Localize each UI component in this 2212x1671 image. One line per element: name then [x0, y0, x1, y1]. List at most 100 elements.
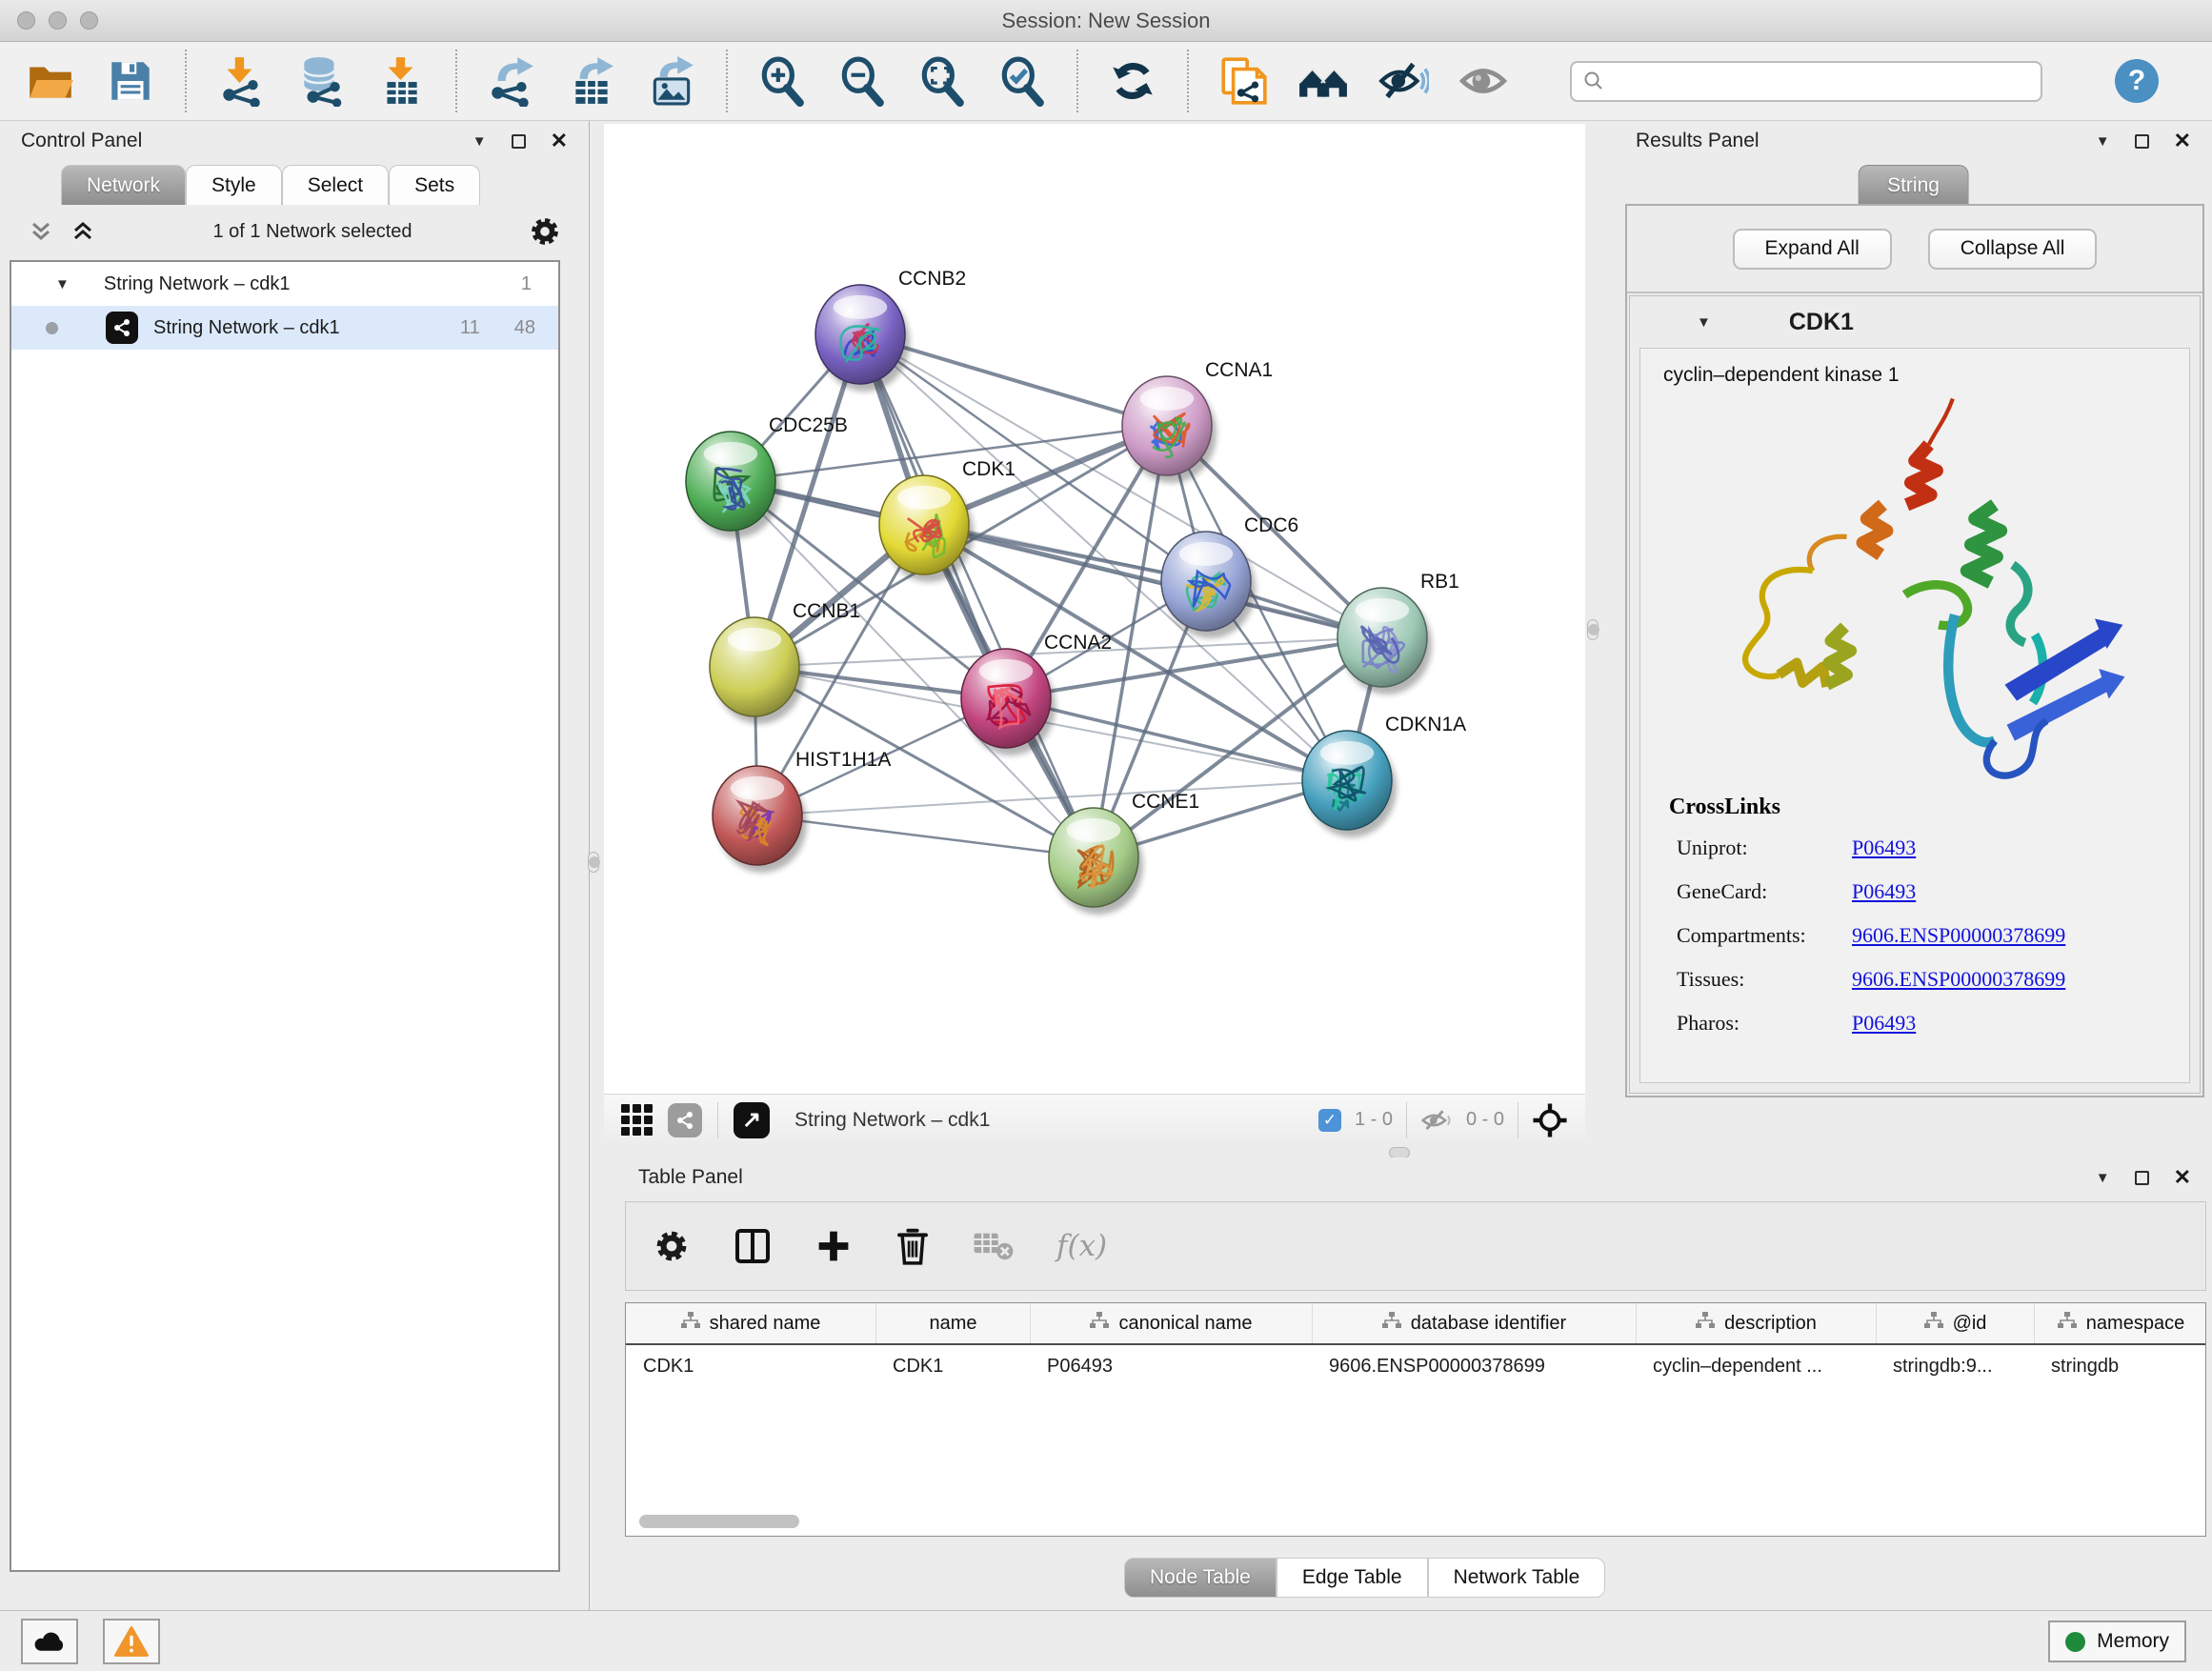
panel-menu-icon[interactable]: ▼: [473, 134, 487, 149]
network-edge[interactable]: [1006, 698, 1347, 780]
zoom-in-button[interactable]: [756, 55, 808, 107]
import-network-database-button[interactable]: [295, 55, 347, 107]
column-header[interactable]: description: [1636, 1303, 1876, 1343]
tab-network[interactable]: Network: [61, 165, 186, 205]
open-session-button[interactable]: [25, 55, 76, 107]
add-column-plus-icon[interactable]: [814, 1227, 853, 1265]
hide-glass-ball-button[interactable]: [1377, 55, 1429, 107]
collapse-all-button[interactable]: Collapse All: [1928, 229, 2098, 270]
panel-close-icon[interactable]: ✕: [2174, 1167, 2191, 1188]
expand-all-icon[interactable]: [69, 218, 97, 245]
table-cell[interactable]: stringdb:9...: [1876, 1345, 2034, 1387]
export-image-button[interactable]: [646, 55, 697, 107]
memory-label: Memory: [2097, 1630, 2169, 1653]
network-row-selected[interactable]: String Network – cdk1 11 48: [11, 306, 558, 350]
column-header[interactable]: shared name: [626, 1303, 875, 1343]
save-session-button[interactable]: [105, 55, 156, 107]
zoom-fit-button[interactable]: [916, 55, 968, 107]
network-options-gear-icon[interactable]: [528, 214, 562, 249]
table-cell[interactable]: 9606.ENSP00000378699: [1312, 1345, 1636, 1387]
table-cell[interactable]: stringdb: [2034, 1345, 2207, 1387]
panel-menu-icon[interactable]: ▼: [2096, 1171, 2110, 1185]
tab-string[interactable]: String: [1858, 165, 1969, 205]
delete-column-trash-icon[interactable]: [895, 1226, 931, 1266]
collection-expand-icon[interactable]: ▼: [55, 277, 70, 292]
export-network-button[interactable]: [486, 55, 537, 107]
birdseye-view-icon[interactable]: ↗: [734, 1102, 770, 1138]
network-label: String Network – cdk1: [153, 317, 460, 339]
apply-layout-button[interactable]: [1107, 55, 1158, 107]
column-header[interactable]: namespace: [2034, 1303, 2207, 1343]
column-header[interactable]: database identifier: [1312, 1303, 1636, 1343]
home-species-button[interactable]: [1297, 55, 1349, 107]
expand-all-button[interactable]: Expand All: [1733, 229, 1892, 270]
warnings-button[interactable]: [103, 1619, 160, 1664]
left-splitter-handle[interactable]: [588, 852, 599, 873]
network-node-rb1[interactable]: RB1: [1337, 571, 1459, 695]
panel-close-icon[interactable]: ✕: [551, 131, 568, 151]
export-table-button[interactable]: [566, 55, 617, 107]
string-network-graph[interactable]: CCNB2CCNA1CDC25BCDK1CDC6RB1CCNB1CCNA2CDK…: [604, 124, 1585, 1094]
network-node-hist1h1a[interactable]: HIST1H1A: [713, 749, 891, 873]
crosslink-value-link[interactable]: P06493: [1852, 879, 2161, 904]
network-collection-row[interactable]: ▼ String Network – cdk1 1: [11, 262, 558, 306]
table-cell[interactable]: CDK1: [626, 1345, 875, 1387]
fit-selected-crosshair-icon[interactable]: [1532, 1102, 1568, 1138]
panel-float-icon[interactable]: [2135, 134, 2149, 149]
crosslink-value-link[interactable]: P06493: [1852, 1011, 2161, 1036]
tab-select[interactable]: Select: [282, 165, 389, 205]
network-node-cdc25b[interactable]: CDC25B: [686, 414, 848, 538]
gene-collapse-icon[interactable]: ▼: [1697, 315, 1711, 330]
tab-network-table[interactable]: Network Table: [1428, 1558, 1606, 1598]
zoom-out-button[interactable]: [836, 55, 888, 107]
network-node-ccnb2[interactable]: CCNB2: [815, 268, 966, 392]
table-horizontal-scrollbar[interactable]: [639, 1515, 799, 1528]
table-cell[interactable]: cyclin–dependent ...: [1636, 1345, 1876, 1387]
crosslink-value-link[interactable]: 9606.ENSP00000378699: [1852, 923, 2161, 948]
table-options-gear-icon[interactable]: [653, 1227, 691, 1265]
network-edge[interactable]: [757, 815, 1094, 857]
table-cell[interactable]: P06493: [1030, 1345, 1312, 1387]
search-input[interactable]: [1612, 70, 2029, 92]
panel-float-icon[interactable]: [2135, 1171, 2149, 1185]
show-graphics-details-button[interactable]: [1458, 55, 1509, 107]
network-edge[interactable]: [924, 525, 1382, 637]
network-node-cdk1[interactable]: CDK1: [879, 458, 1016, 582]
node-label: CDC25B: [769, 414, 848, 436]
zoom-selected-button[interactable]: [996, 55, 1048, 107]
column-header[interactable]: @id: [1876, 1303, 2034, 1343]
string-import-button[interactable]: [1217, 55, 1269, 107]
node-table[interactable]: shared namenamecanonical namedatabase id…: [625, 1302, 2206, 1537]
table-cell[interactable]: CDK1: [875, 1345, 1030, 1387]
panel-close-icon[interactable]: ✕: [2174, 131, 2191, 151]
network-node-cdkn1a[interactable]: CDKN1A: [1302, 714, 1466, 837]
selected-checkbox-icon[interactable]: ✓: [1318, 1109, 1341, 1132]
import-table-button[interactable]: [375, 55, 427, 107]
toolbar-separator: [1076, 50, 1078, 112]
network-canvas[interactable]: CCNB2CCNA1CDC25BCDK1CDC6RB1CCNB1CCNA2CDK…: [604, 124, 1585, 1094]
memory-button[interactable]: Memory: [2048, 1621, 2186, 1662]
help-button[interactable]: ?: [2115, 59, 2159, 103]
network-node-ccna1[interactable]: CCNA1: [1122, 359, 1273, 483]
column-header[interactable]: canonical name: [1030, 1303, 1312, 1343]
column-header[interactable]: name: [875, 1303, 1030, 1343]
gene-section-header[interactable]: ▼ CDK1: [1630, 296, 2200, 348]
network-edge[interactable]: [860, 334, 1094, 857]
table-row[interactable]: CDK1CDK1P064939606.ENSP00000378699cyclin…: [626, 1345, 2205, 1387]
show-columns-icon[interactable]: [733, 1227, 773, 1265]
import-network-file-button[interactable]: [215, 55, 267, 107]
right-splitter-handle[interactable]: [1587, 619, 1599, 640]
grid-mode-icon[interactable]: [621, 1104, 653, 1136]
tab-node-table[interactable]: Node Table: [1124, 1558, 1277, 1598]
tab-edge-table[interactable]: Edge Table: [1277, 1558, 1428, 1598]
tab-style[interactable]: Style: [186, 165, 282, 205]
panel-menu-icon[interactable]: ▼: [2096, 134, 2110, 149]
cloud-status-button[interactable]: [21, 1619, 78, 1664]
string-view-icon[interactable]: [668, 1103, 702, 1137]
crosslink-value-link[interactable]: P06493: [1852, 836, 2161, 860]
crosslink-value-link[interactable]: 9606.ENSP00000378699: [1852, 967, 2161, 992]
panel-float-icon[interactable]: [512, 134, 526, 149]
collapse-all-icon[interactable]: [27, 218, 55, 245]
control-panel: Control Panel ▼ ✕ Network Style Select S…: [0, 121, 590, 1610]
tab-sets[interactable]: Sets: [389, 165, 480, 205]
